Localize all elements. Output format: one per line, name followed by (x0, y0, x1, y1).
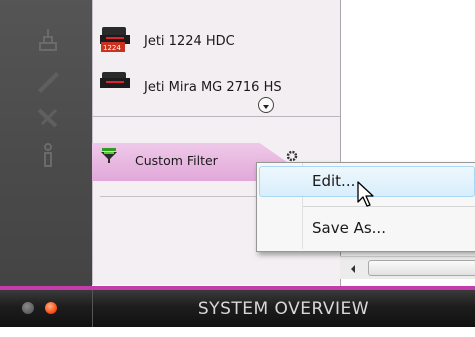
window-bottom-edge (0, 327, 475, 337)
printer-item[interactable]: 1224 Jeti 1224 HDC (100, 26, 235, 56)
printer-name: Jeti 1224 HDC (144, 33, 235, 49)
menu-separator (303, 206, 475, 207)
cursor-arrow-icon (357, 181, 375, 213)
printer-thumb-label: 1224 (103, 44, 121, 52)
printer-item[interactable]: Jeti Mira MG 2716 HS (100, 72, 282, 94)
tools-icon[interactable] (28, 98, 68, 138)
printer-icon: 1224 (100, 26, 130, 56)
chevron-left-icon (350, 258, 356, 277)
scroll-left-button[interactable] (342, 258, 364, 276)
scrollbar-thumb[interactable] (368, 260, 475, 276)
info-icon[interactable] (28, 136, 68, 176)
status-led-on (45, 302, 57, 314)
menu-item-edit[interactable]: Edit... (312, 172, 355, 190)
printer-icon (100, 72, 130, 94)
pen-icon[interactable] (28, 60, 68, 100)
status-led-off (22, 302, 34, 314)
custom-filter-label: Custom Filter (135, 153, 218, 168)
printer-list (92, 0, 341, 116)
system-overview-title[interactable]: SYSTEM OVERVIEW (92, 290, 475, 327)
scale-icon[interactable] (28, 20, 68, 60)
chevron-down-icon (262, 96, 270, 115)
menu-item-save-as[interactable]: Save As... (312, 219, 386, 237)
scroll-down-button[interactable] (258, 97, 274, 113)
printer-name: Jeti Mira MG 2716 HS (144, 79, 282, 95)
funnel-icon (100, 148, 118, 168)
